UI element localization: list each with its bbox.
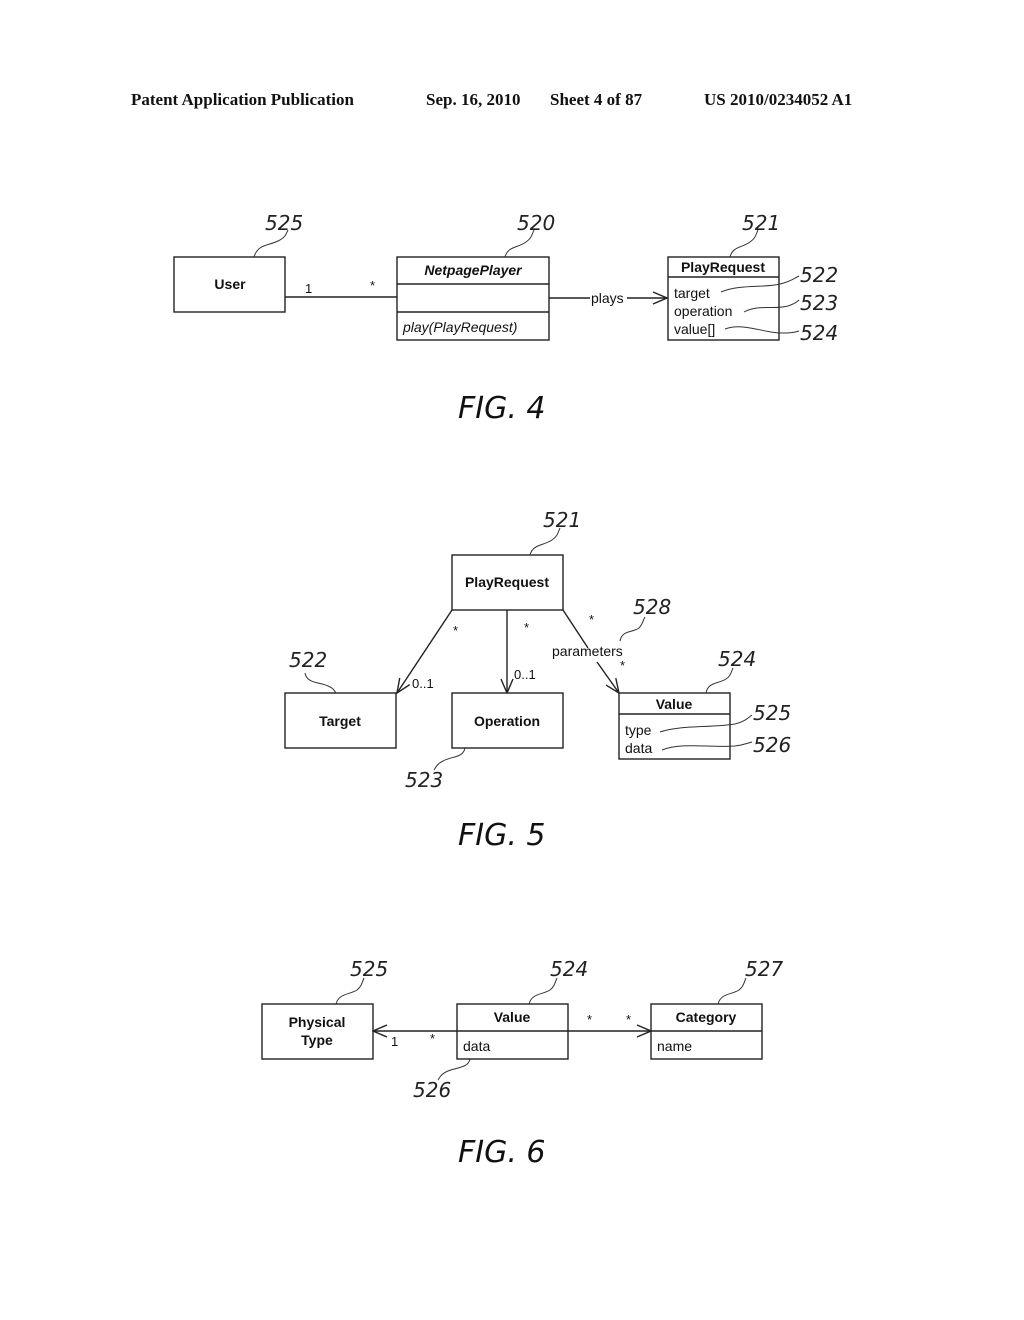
ref-label: 525 [350, 957, 388, 981]
class-target-name: Target [319, 713, 361, 729]
attribute-label: type [625, 722, 652, 738]
attribute-label: operation [674, 303, 732, 319]
multiplicity-label: * [524, 620, 529, 635]
ref-leader-line [529, 527, 561, 556]
multiplicity-label: * [587, 1012, 592, 1027]
class-value: Value type data 524 525 526 [618, 647, 791, 760]
ref-leader-line [304, 672, 337, 694]
class-play-request-name: PlayRequest [465, 574, 549, 590]
class-value: Value data 524 526 [413, 957, 588, 1102]
ref-label: 524 [718, 647, 756, 671]
ref-label: 523 [800, 291, 838, 315]
class-physical-type-name-line2: Type [301, 1032, 333, 1048]
class-value-name: Value [656, 696, 693, 712]
class-operation-name: Operation [474, 713, 540, 729]
ref-label: 526 [753, 733, 791, 757]
ref-leader-line [528, 977, 558, 1005]
ref-leader-line [705, 667, 734, 694]
ref-label: 520 [517, 211, 555, 235]
figure-caption: FIG. 5 [458, 818, 546, 853]
method-label: play(PlayRequest) [402, 319, 517, 335]
ref-label: 523 [405, 768, 443, 792]
multiplicity-label: * [626, 1012, 631, 1027]
class-category-name: Category [676, 1009, 737, 1025]
ref-label: 526 [413, 1078, 451, 1102]
multiplicity-label: * [370, 278, 375, 293]
ref-leader-line [619, 616, 646, 642]
attribute-label: target [674, 285, 710, 301]
ref-label: 527 [745, 957, 783, 981]
multiplicity-label: 0..1 [412, 676, 434, 691]
class-user: User 525 [173, 211, 303, 313]
attribute-label: value[] [674, 321, 715, 337]
association-plays-label: plays [591, 290, 624, 306]
multiplicity-label: * [453, 623, 458, 638]
class-netpage-player: NetpagePlayer play(PlayRequest) 520 [396, 211, 555, 341]
multiplicity-label: * [430, 1031, 435, 1046]
ref-label: 528 [633, 595, 671, 619]
ref-label: 524 [800, 321, 838, 345]
ref-label: 525 [265, 211, 303, 235]
ref-leader-line [433, 747, 466, 771]
attribute-label: name [657, 1038, 692, 1054]
patent-diagram-canvas: User 525 1 * NetpagePlayer play(PlayRequ… [173, 211, 838, 1170]
ref-label: 521 [543, 508, 581, 532]
figure-6: Physical Type 525 1 * Value data 524 526… [261, 957, 783, 1170]
figure-caption: FIG. 6 [458, 1135, 546, 1170]
class-play-request: PlayRequest 521 [451, 508, 581, 611]
ref-leader-line [437, 1058, 471, 1081]
class-value-name: Value [494, 1009, 531, 1025]
association-role-label: parameters [552, 643, 623, 659]
multiplicity-label: 0..1 [514, 667, 536, 682]
association-parameters-arrow [596, 661, 619, 693]
class-play-request: PlayRequest target operation value[] 521… [667, 211, 838, 345]
class-operation: Operation 523 [405, 692, 564, 792]
class-target: Target 522 [284, 648, 397, 749]
attribute-label: data [463, 1038, 490, 1054]
class-physical-type-name-line1: Physical [289, 1014, 346, 1030]
ref-leader-line [335, 977, 365, 1005]
class-user-name: User [214, 276, 246, 292]
attribute-label: data [625, 740, 652, 756]
multiplicity-label: 1 [305, 281, 312, 296]
class-physical-type: Physical Type 525 [261, 957, 388, 1060]
class-play-request-name: PlayRequest [681, 259, 765, 275]
class-netpage-player-name: NetpagePlayer [424, 262, 523, 278]
ref-label: 524 [550, 957, 588, 981]
ref-label: 522 [289, 648, 327, 672]
ref-label: 521 [742, 211, 780, 235]
ref-label: 525 [753, 701, 791, 725]
ref-label: 522 [800, 263, 838, 287]
multiplicity-label: * [620, 658, 625, 673]
ref-leader-line [717, 977, 747, 1005]
figure-5: PlayRequest 521 * 0..1 * 0..1 * * parame… [284, 508, 791, 853]
multiplicity-label: 1 [391, 1034, 398, 1049]
figure-caption: FIG. 4 [458, 391, 546, 426]
class-category: Category name 527 [650, 957, 783, 1060]
figure-4: User 525 1 * NetpagePlayer play(PlayRequ… [173, 211, 838, 426]
multiplicity-label: * [589, 612, 594, 627]
